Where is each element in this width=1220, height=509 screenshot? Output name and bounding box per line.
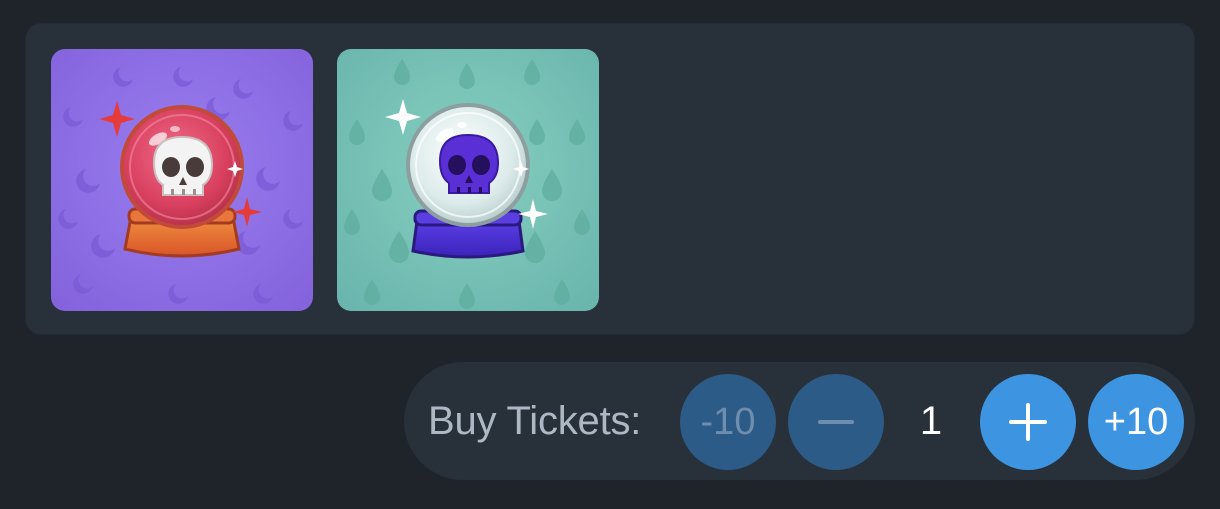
plus-button[interactable] (980, 374, 1076, 470)
plus-icon (1009, 403, 1047, 441)
plus-10-button[interactable]: +10 (1088, 374, 1184, 470)
crystal-ball-red-skull-icon (51, 49, 313, 311)
minus-icon (818, 420, 854, 424)
minus-button[interactable] (788, 374, 884, 470)
buy-tickets-bar: Buy Tickets: -10 1 +10 (404, 362, 1195, 480)
ticket-quantity: 1 (919, 399, 943, 443)
item-card-purple-crystal-ball[interactable] (337, 49, 599, 311)
item-panel (25, 23, 1195, 335)
crystal-ball-purple-skull-icon (337, 49, 599, 311)
minus-10-button[interactable]: -10 (680, 374, 776, 470)
item-card-red-crystal-ball[interactable] (51, 49, 313, 311)
buy-tickets-label: Buy Tickets: (428, 399, 642, 443)
